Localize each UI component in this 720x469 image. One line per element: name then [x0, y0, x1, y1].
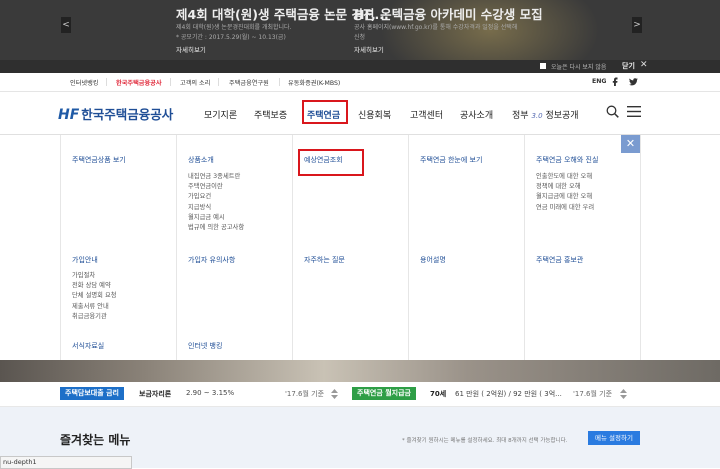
- utility-nav: 인터넷뱅킹 한국주택금융공사 고객의 소리 주택금융연구원 유동화증권(K-MB…: [0, 73, 720, 92]
- menu-hamburger-icon[interactable]: [627, 106, 641, 117]
- util-internet-banking[interactable]: 인터넷뱅킹: [70, 78, 98, 87]
- gnb-gov30-b: 3.0: [531, 112, 543, 120]
- banner-right-title[interactable]: HF, 온텍금융 아카데미 수강생 모집: [354, 4, 543, 23]
- util-kmbs[interactable]: 유동화증권(K-MBS): [288, 78, 340, 87]
- pension-age: 70세: [430, 390, 447, 398]
- menu-glossary[interactable]: 용어설명: [420, 255, 446, 265]
- banner-next-button[interactable]: >: [632, 17, 642, 33]
- util-hf-corp[interactable]: 한국주택금융공사: [116, 78, 162, 87]
- highlight-box-housing-pension: [302, 100, 348, 124]
- menu-internet-banking[interactable]: 인터넷 뱅킹: [188, 341, 222, 351]
- loan-rate-tag: 주택담보대출 금리: [60, 387, 124, 400]
- menu-sub-institutions[interactable]: 취급금융기관: [72, 312, 117, 322]
- hf-logo-mark: HF: [58, 107, 80, 123]
- close-icon[interactable]: ✕: [640, 60, 648, 70]
- gnb-mortgage[interactable]: 모기지론: [204, 108, 237, 121]
- menu-sub-join-steps[interactable]: 가입절차: [72, 271, 117, 281]
- util-research-institute[interactable]: 주택금융연구원: [229, 78, 269, 87]
- menu-sub-policy-myth[interactable]: 정책에 대한 오해: [536, 182, 594, 192]
- menu-pension-overview[interactable]: 주택연금 한눈에 보기: [420, 155, 482, 165]
- facebook-icon[interactable]: [611, 77, 619, 86]
- menu-sub-future-concern[interactable]: 연금 미래에 대한 우려: [536, 203, 594, 213]
- menu-sub-group-session[interactable]: 단체 설명회 요청: [72, 291, 117, 301]
- util-customer-voice[interactable]: 고객의 소리: [180, 78, 210, 87]
- gnb-gov30-c: 정보공개: [545, 111, 579, 121]
- top-banner: < > 제4회 대학(원)생 주택금융 논문 경진... 제4회 대학(원)생 …: [0, 0, 720, 60]
- no-show-today-label[interactable]: 오늘은 다시 보지 않음: [551, 62, 606, 71]
- menu-sub-monthly-example[interactable]: 월지급금 예시: [188, 213, 244, 223]
- menu-pension-products[interactable]: 주택연금상품 보기: [72, 155, 126, 165]
- gnb-credit-recovery[interactable]: 신용회복: [358, 108, 391, 121]
- mega-menu-close-button[interactable]: ✕: [621, 135, 640, 153]
- menu-sub-legal-notice[interactable]: 법규에 의한 공고사항: [188, 223, 244, 233]
- menu-join-guide[interactable]: 가입안내: [72, 255, 98, 265]
- banner-right-desc: 공사 홈페이지(www.hf.go.kr)를 통해 수강자격과 일정을 선택해: [354, 24, 518, 31]
- pension-monthly-value: 61 만원 ( 2억원) / 92 만원 ( 3억...: [455, 390, 562, 398]
- main-header: HF 한국주택금융공사 모기지론 주택보증 주택연금 신용회복 고객센터 공사소개…: [0, 92, 720, 135]
- logo-text: 한국주택금융공사: [81, 107, 174, 122]
- chevron-left-icon: <: [62, 20, 70, 30]
- menu-product-intro[interactable]: 상품소개: [188, 155, 214, 165]
- gnb-customer-center[interactable]: 고객센터: [410, 108, 443, 121]
- mega-menu: 주택연금상품 보기 상품소개 내집연금 3종세트란 주택연금이란 가입요건 지급…: [0, 135, 720, 360]
- menu-sub-requirements[interactable]: 가입요건: [188, 192, 244, 202]
- banner-close-button[interactable]: 닫기: [622, 61, 635, 71]
- highlight-box-expected-pension: [298, 149, 364, 176]
- updown-arrow-icon[interactable]: [331, 389, 338, 399]
- banner-close-bar: 오늘은 다시 보지 않음 닫기 ✕: [0, 60, 720, 73]
- menu-faq[interactable]: 자주하는 질문: [304, 255, 345, 265]
- pension-monthly-tag: 주택연금 월지급금: [352, 387, 416, 400]
- twitter-icon[interactable]: [629, 78, 638, 86]
- language-eng-link[interactable]: ENG: [592, 78, 606, 85]
- chevron-right-icon: >: [633, 20, 641, 30]
- banner-right-more-link[interactable]: 자세히보기: [354, 44, 384, 54]
- rates-bar: 주택담보대출 금리 보금자리론 2.90 ~ 3.15% '17.6월 기준 주…: [0, 382, 720, 407]
- close-icon: ✕: [625, 137, 636, 150]
- banner-left-more-link[interactable]: 자세히보기: [176, 44, 206, 54]
- favorites-title: 즐겨찾는 메뉴: [60, 433, 131, 447]
- loan-product-label: 보금자리론: [139, 390, 172, 398]
- menu-forms-library[interactable]: 서식자료실: [72, 341, 104, 351]
- loan-rate-date: '17.6월 기준: [285, 390, 325, 398]
- menu-sub-limit-myth[interactable]: 인출한도에 대한 오해: [536, 172, 594, 182]
- menu-settings-button[interactable]: 메뉴 설정하기: [588, 431, 640, 445]
- menu-sub-phone-reserve[interactable]: 전화 상담 예약: [72, 281, 117, 291]
- menu-sub-item: 내집연금 3종세트란 주택연금이란 가입요건 지급방식 월지급금 예시 법규에 …: [188, 172, 244, 233]
- gnb-housing-guarantee[interactable]: 주택보증: [254, 108, 287, 121]
- menu-member-cautions[interactable]: 가입자 유의사항: [188, 255, 235, 265]
- loan-rate-value: 2.90 ~ 3.15%: [186, 389, 235, 397]
- menu-sub-documents[interactable]: 제출서류 안내: [72, 302, 117, 312]
- menu-sub-item: 인출한도에 대한 오해 정책에 대한 오해 월지급금에 대한 오해 연금 미래에…: [536, 172, 594, 213]
- updown-arrow-icon[interactable]: [620, 389, 627, 399]
- banner-prev-button[interactable]: <: [61, 17, 71, 33]
- hero-photo-strip: [0, 360, 720, 382]
- menu-pr-hall[interactable]: 주택연금 홍보관: [536, 255, 583, 265]
- menu-sub-monthly-myth[interactable]: 월지급금에 대한 오해: [536, 192, 594, 202]
- menu-sub-3set[interactable]: 내집연금 3종세트란: [188, 172, 244, 182]
- no-show-today-checkbox[interactable]: [540, 63, 546, 69]
- banner-left-desc: 제4회 대학(원)생 논문경진대회를 개최합니다.: [176, 24, 292, 31]
- menu-myths-truth[interactable]: 주택연금 오해와 진실: [536, 155, 598, 165]
- banner-right-desc2: 신청: [354, 34, 366, 41]
- menu-sub-what-is[interactable]: 주택연금이란: [188, 182, 244, 192]
- browser-status-bar: nu-depth1: [0, 456, 132, 469]
- favorites-note: * 즐겨찾기 원하시는 메뉴를 설정하세요. 최대 8개까지 선택 가능합니다.: [402, 438, 568, 444]
- gnb-gov30-a: 정부: [512, 111, 529, 121]
- gnb-gov30[interactable]: 정부 3.0 정보공개: [512, 108, 579, 121]
- pension-date: '17.6월 기준: [573, 390, 613, 398]
- menu-sub-item: 가입절차 전화 상담 예약 단체 설명회 요청 제출서류 안내 취급금융기관: [72, 271, 117, 322]
- gnb-about[interactable]: 공사소개: [460, 108, 493, 121]
- banner-left-period: * 공모기간 : 2017.5.29(월) ~ 10.13(금): [176, 34, 286, 41]
- search-icon[interactable]: [606, 105, 619, 118]
- menu-sub-payment-method[interactable]: 지급방식: [188, 203, 244, 213]
- site-logo[interactable]: HF 한국주택금융공사: [58, 104, 173, 123]
